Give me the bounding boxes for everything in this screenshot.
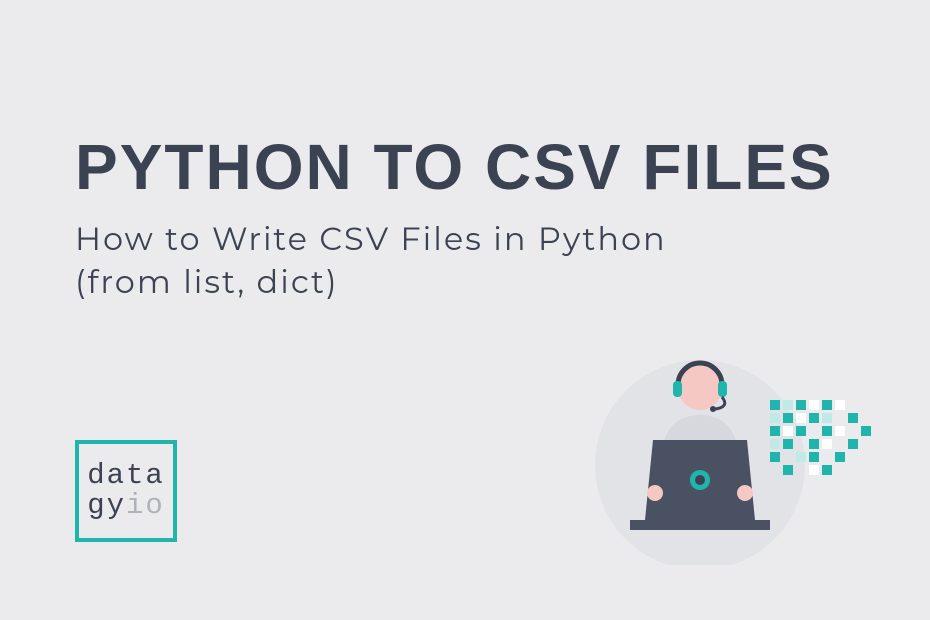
logo-line-1: data	[87, 461, 165, 491]
page-subtitle: How to Write CSV Files in Python (from l…	[75, 218, 667, 304]
laptop-icon	[645, 440, 755, 520]
logo-line-2: gyio	[87, 491, 165, 521]
coder-illustration	[575, 345, 875, 565]
desk-icon	[630, 520, 770, 530]
datagy-logo: data gyio	[75, 440, 177, 542]
logo-gy: gy	[87, 489, 126, 522]
page-title: PYTHON TO CSV FILES	[75, 130, 834, 204]
logo-io: io	[126, 489, 165, 522]
